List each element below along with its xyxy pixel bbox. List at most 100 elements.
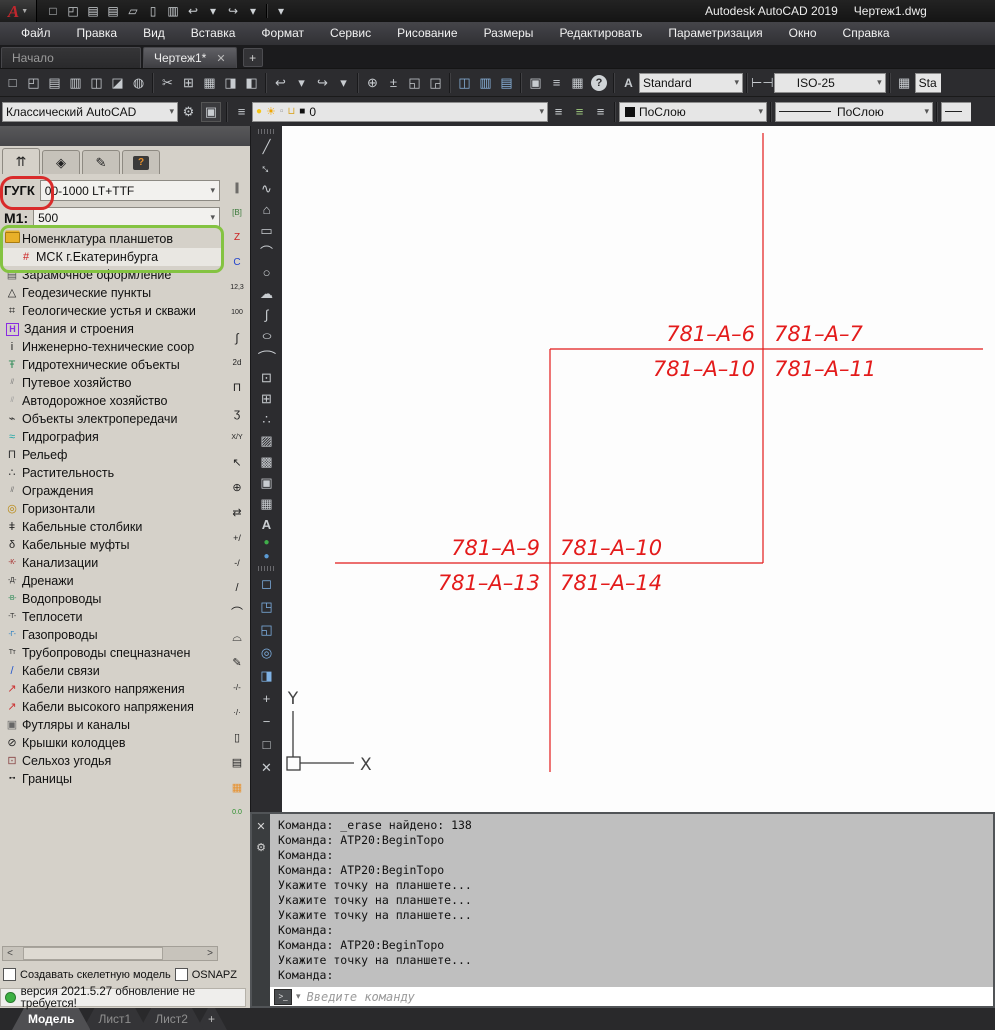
plot-preview-icon[interactable]: ◫ [86,72,107,94]
close-icon[interactable]: ✕ [216,52,225,65]
dim-style-select[interactable]: ISO-25▾ [774,73,886,93]
tree-item[interactable]: ⌗Геологические устья и скважи [2,302,222,320]
palette-tab[interactable]: ◈ [42,150,80,174]
menu-item[interactable]: Файл [8,22,64,45]
menu-item[interactable]: Сервис [317,22,384,45]
ellipse-arc-icon[interactable]: ⌒ [249,346,284,367]
tree-item[interactable]: ◎Горизонтали [2,500,222,518]
caret-down-icon[interactable]: ▾ [296,991,301,1002]
command-input[interactable] [305,989,989,1005]
layer-isolate-icon[interactable]: ≡ [590,101,611,123]
tree-item[interactable]: ↗Кабели высокого напряжения [2,698,222,716]
copy-icon[interactable]: ⊞ [178,72,199,94]
coord-zero-icon[interactable]: 0.0 [226,803,248,822]
layer-unlock-icon[interactable]: ⊔ [287,106,295,117]
make-block-icon[interactable]: ⊞ [255,388,279,409]
tree-item[interactable]: HЗдания и строения [2,320,222,338]
circle-icon[interactable]: ○ [255,262,279,283]
zoom-out-icon[interactable]: − [255,711,279,732]
redo-icon[interactable]: ↪ [312,72,333,94]
tree-item[interactable]: //Путевое хозяйство [2,374,222,392]
text-style-select[interactable]: Standard▾ [639,73,743,93]
arc-flip-icon[interactable]: ⌓ [226,628,248,647]
layer-viewport-icon[interactable]: ▫ [280,106,284,117]
undo-icon[interactable]: ↩ [183,1,203,21]
paste-icon[interactable]: ▦ [199,72,220,94]
menu-item[interactable]: Справка [830,22,903,45]
close-icon[interactable]: ✕ [256,820,265,833]
tree-item[interactable]: ▤Зарамочное оформление [2,266,222,284]
save-as-icon[interactable]: ▤ [103,1,123,21]
palette-tab[interactable]: ? [122,150,160,174]
menu-item[interactable]: Формат [248,22,317,45]
pencil-icon[interactable]: ✎ [226,653,248,672]
color-select[interactable]: ПоСлою▾ [619,102,767,122]
pick-arrow-icon[interactable]: ↖ [226,453,248,472]
mobile-upload-icon[interactable]: ▯ [143,1,163,21]
block-pick-icon[interactable]: [B] [226,203,248,222]
polyline-2d-icon[interactable]: 2d [226,353,248,372]
wrench-icon[interactable]: ⚙ [256,841,266,854]
plot-icon[interactable]: ▥ [163,1,183,21]
revcloud-icon[interactable]: ☁ [255,283,279,304]
menu-item[interactable]: Вид [130,22,178,45]
new-file-icon[interactable]: □ [43,1,63,21]
plot-icon[interactable]: ▥ [65,72,86,94]
tree-item[interactable]: △Геодезические пункты [2,284,222,302]
drawing-viewport[interactable]: 781–А–6781–А–7781–А–10781–А–11781–А–9781… [282,126,995,812]
tree-item[interactable]: ⊘Крышки колодцев [2,734,222,752]
tree-item[interactable]: //Автодорожное хозяйство [2,392,222,410]
open-file-icon[interactable]: ◰ [23,72,44,94]
lasso-icon[interactable]: ʒ [226,403,248,422]
zoom-previous-icon[interactable]: ◲ [425,72,446,94]
grid-snap-icon[interactable]: ▦ [226,778,248,797]
tree-item[interactable]: ΠРельеф [2,446,222,464]
tree-item[interactable]: ТтТрубопроводы спецназначен [2,644,222,662]
tree-item[interactable]: -Т-Теплосети [2,608,222,626]
caret-down-icon[interactable]: ▾ [333,72,354,94]
cut-icon[interactable]: ✂ [157,72,178,94]
gradient-icon[interactable]: ▩ [255,451,279,472]
zoom-window-icon[interactable]: ◱ [404,72,425,94]
point-icon[interactable]: ∴ [255,409,279,430]
layout-tab[interactable]: Модель [12,1008,90,1030]
polygon-icon[interactable]: ⌂ [255,199,279,220]
menu-item[interactable]: Редактировать [546,22,655,45]
app-menu-button[interactable]: A ▼ [0,0,37,22]
tree-item[interactable]: iИнженерно-технические соор [2,338,222,356]
tree-item[interactable]: //Ограждения [2,482,222,500]
tree-item[interactable]: ǂКабельные столбики [2,518,222,536]
tree-item[interactable]: ŦГидротехнические объекты [2,356,222,374]
file-tab[interactable]: Начало [1,47,141,68]
scroll-right-arrow[interactable]: > [203,948,217,959]
hatch-pick-icon[interactable]: ∥ [226,178,248,197]
scale-select[interactable]: 500▾ [33,207,220,228]
arc-icon[interactable]: ⌒ [255,241,279,262]
copy-sheet-icon[interactable]: ▣ [525,72,546,94]
point-c-icon[interactable]: C [226,253,248,272]
scroll-left-arrow[interactable]: < [3,948,17,959]
command-history[interactable]: Команда: _erase найдено: 138Команда: ATP… [270,814,993,987]
tree-item[interactable]: ▣Футляры и каналы [2,716,222,734]
layout-tab[interactable]: Лист2 [139,1008,204,1030]
match-properties-icon[interactable]: ◨ [220,72,241,94]
palette-tab[interactable]: ✎ [82,150,120,174]
swap-xy-icon[interactable]: X/Y [226,428,248,447]
web-icon[interactable]: ◍ [128,72,149,94]
arc-edit-icon[interactable]: ⌒ [226,603,248,622]
ellipse-icon[interactable]: ○ [249,325,284,346]
point-elev-icon[interactable]: 12,3 [226,278,248,297]
toolbar-grip[interactable] [258,129,276,134]
polygon-draw-icon[interactable]: Π [226,378,248,397]
undo-icon[interactable]: ↩ [270,72,291,94]
zoom-all-icon[interactable]: □ [255,734,279,755]
region-icon[interactable]: ▣ [255,472,279,493]
zoom-window-icon[interactable]: ◻ [255,573,279,594]
zoom-in-icon[interactable]: + [255,688,279,709]
palette-tab[interactable]: ⇈ [2,148,40,174]
point-ratio-icon[interactable]: 100 [226,303,248,322]
layer-states-icon[interactable]: ≡ [548,101,569,123]
insert-block-icon[interactable]: ⊡ [255,367,279,388]
layer-select[interactable]: ● ☀ ▫ ⊔ ■ 0 ▾ [252,102,548,122]
publish-icon[interactable]: ◪ [107,72,128,94]
